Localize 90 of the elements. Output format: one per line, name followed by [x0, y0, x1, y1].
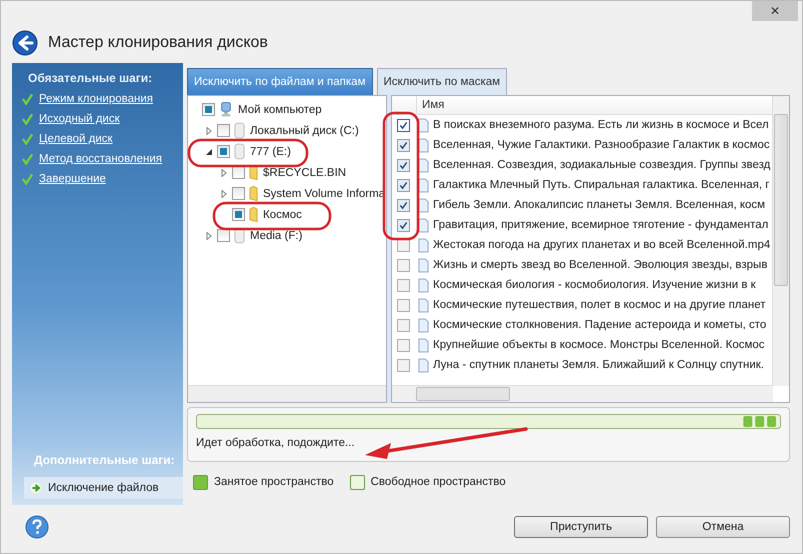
file-icon [418, 338, 429, 352]
checkbox[interactable] [232, 208, 245, 221]
checkbox[interactable] [397, 298, 410, 312]
column-header[interactable]: Имя [417, 96, 444, 114]
step-link[interactable]: Целевой диск [39, 133, 113, 145]
file-name: Луна - спутник планеты Земля. Ближайший к Солнцу спутник. [433, 359, 764, 371]
file-icon [418, 158, 429, 172]
file-name: Жестокая погода на других планетах и во всей Вселенной.mp4 [433, 239, 770, 251]
folder-icon [249, 206, 258, 223]
tree-item-label: $RECYCLE.BIN [263, 166, 346, 178]
checkbox[interactable] [397, 258, 410, 272]
checkbox[interactable] [397, 198, 410, 212]
step-link[interactable]: Исходный диск [39, 113, 120, 125]
help-icon[interactable] [25, 515, 49, 539]
step-link[interactable]: Завершение [39, 173, 106, 185]
checkbox[interactable] [232, 187, 245, 200]
horizontal-scrollbar[interactable] [392, 385, 773, 402]
file-icon [418, 258, 429, 272]
cancel-button[interactable]: Отмена [656, 516, 790, 538]
file-name: Вселенная, Чужие Галактики. Разнообразие Галактик в космос [433, 139, 770, 151]
checkbox[interactable] [397, 118, 410, 132]
folder-icon [249, 185, 258, 202]
step-link[interactable]: Метод восстановления [39, 153, 162, 165]
arrow-icon [30, 482, 42, 494]
checkbox[interactable] [397, 358, 410, 372]
tree-item[interactable]: Локальный диск (C:) [188, 120, 386, 141]
file-icon [418, 198, 429, 212]
tab[interactable]: Исключить по маскам [376, 68, 508, 95]
expand-icon[interactable] [205, 232, 213, 240]
horizontal-scrollbar[interactable] [188, 385, 386, 402]
vertical-scrollbar[interactable] [772, 96, 789, 386]
close-button[interactable]: ✕ [752, 1, 798, 21]
tree-item[interactable]: Media (F:) [188, 225, 386, 246]
file-icon [418, 138, 429, 152]
legend-label: Свободное пространство [370, 476, 506, 488]
file-name: Космические столкновения. Падение астероида и кометы, сто [433, 319, 766, 331]
file-name: Космические путешествия, полет в космос и на другие планет [433, 299, 766, 311]
legend-label: Занятое пространство [214, 476, 334, 488]
tree-item[interactable]: $RECYCLE.BIN [188, 162, 386, 183]
step-link[interactable]: Режим клонирования [39, 93, 153, 105]
tree-item-label: 777 (E:) [250, 146, 291, 158]
tree-item-label: Media (F:) [250, 230, 302, 242]
tree-item[interactable]: 777 (E:) [188, 141, 386, 162]
drive-icon [234, 143, 245, 160]
file-name: Жизнь и смерть звезд во Вселенной. Эволюция звезды, взрыв [433, 259, 768, 271]
checkbox[interactable] [217, 145, 230, 158]
file-icon [418, 278, 429, 292]
checkbox[interactable] [217, 124, 230, 137]
checkbox[interactable] [217, 229, 230, 242]
checkbox[interactable] [202, 103, 215, 116]
back-icon[interactable] [12, 30, 38, 56]
checkbox[interactable] [397, 278, 410, 292]
tree-item[interactable]: Мой компьютер [188, 99, 386, 120]
tree-item-label: Мой компьютер [238, 104, 322, 116]
expand-icon[interactable] [220, 190, 228, 198]
sidebar-item-label: Исключение файлов [48, 482, 159, 494]
tree-item[interactable]: Космос [188, 204, 386, 225]
tree-item-label: Космос [263, 208, 302, 220]
window-title: Мастер клонирования дисков [48, 34, 268, 52]
checkbox[interactable] [397, 138, 410, 152]
tree-item-label: Локальный диск (C:) [250, 124, 359, 136]
checkbox[interactable] [397, 318, 410, 332]
status-text: Идет обработка, подождите... [196, 437, 356, 449]
section-heading: Дополнительные шаги: [33, 453, 176, 467]
sidebar-item[interactable]: Исключение файлов [24, 477, 183, 499]
file-name: Крупнейшие объекты в космосе. Монстры Вселенной. Космос [433, 339, 765, 351]
checkbox[interactable] [397, 218, 410, 232]
file-icon [418, 298, 429, 312]
checkbox[interactable] [397, 158, 410, 172]
file-name: Гибель Земли. Апокалипсис планеты Земля. Вселенная, косм [433, 199, 766, 211]
drive-icon [234, 122, 245, 139]
file-name: Галактика Млечный Путь. Спиральная галактика. Вселенная, г [433, 179, 770, 191]
file-icon [418, 358, 429, 372]
file-icon [418, 218, 429, 232]
file-name: Вселенная. Созвездия, зодиакальные созвездия. Группы звезд [433, 159, 770, 171]
file-icon [418, 318, 429, 332]
file-icon [418, 118, 429, 132]
collapse-icon[interactable] [205, 148, 213, 156]
file-name: Космическая биология - космобиология. Изучение жизни в к [433, 279, 756, 291]
start-button[interactable]: Приступить [514, 516, 648, 538]
file-icon [418, 238, 429, 252]
checkbox[interactable] [397, 178, 410, 192]
computer-icon [219, 101, 233, 118]
checkbox[interactable] [397, 338, 410, 352]
section-heading: Обязательные шаги: [27, 71, 154, 85]
file-name: Гравитация, притяжение, всемирное тяготение - фундаментал [433, 219, 768, 231]
expand-icon[interactable] [205, 126, 213, 134]
expand-icon[interactable] [220, 168, 228, 176]
file-icon [418, 178, 429, 192]
file-name: В поисках внеземного разума. Есть ли жизнь в космосе и Всел [433, 119, 769, 131]
